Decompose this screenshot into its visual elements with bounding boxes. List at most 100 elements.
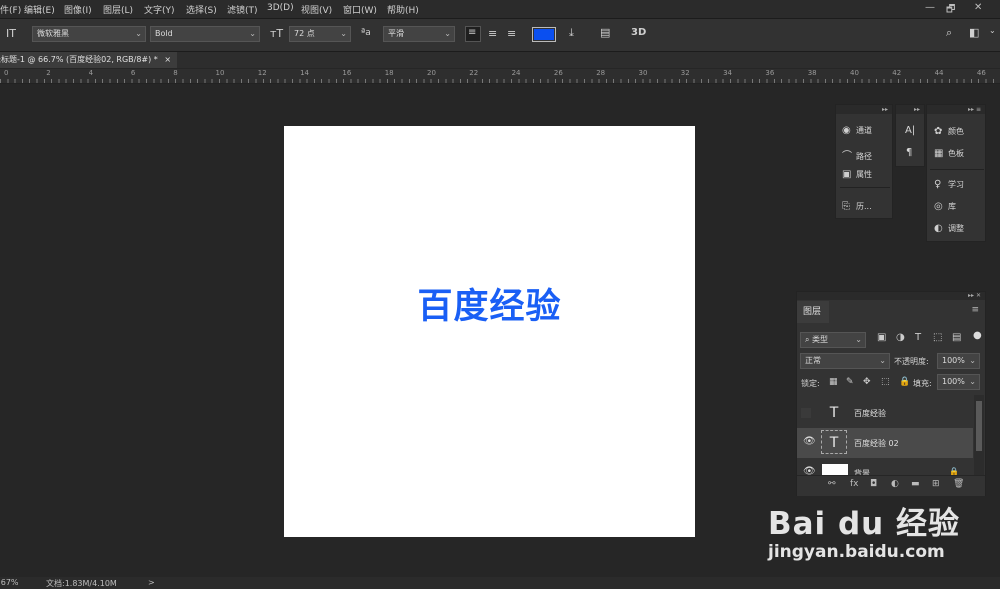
paths-icon: ⌒ (842, 151, 852, 162)
type-tool-icon[interactable]: IT (6, 27, 16, 40)
layer-row-selected[interactable]: 👁 T 百度经验 02 (797, 428, 973, 458)
lock-artboard-icon[interactable]: ⬚ (881, 377, 890, 387)
fx-icon[interactable]: fx (850, 479, 859, 489)
lock-all-icon[interactable]: 🔒 (899, 377, 910, 387)
link-icon[interactable]: ⚯ (828, 479, 836, 489)
eye-icon[interactable]: 👁 (803, 436, 816, 447)
layer-name[interactable]: 背景 (854, 468, 870, 475)
workspace-chevron-icon[interactable]: ⌄ (989, 26, 996, 35)
paths-panel-button[interactable]: ⌒ 路径 (842, 147, 872, 162)
layers-collapse-icon[interactable]: ▸▸ ✕ (797, 292, 985, 300)
ruler-number: 44 (934, 69, 944, 77)
layers-menu-icon[interactable]: ≡ (971, 305, 979, 315)
layers-tab[interactable]: 图层 (797, 301, 829, 323)
group-folder-icon[interactable]: ▬ (911, 479, 920, 489)
zoom-level[interactable]: 66.67% (0, 578, 19, 587)
collapse-icon[interactable]: ▸▸ (836, 105, 892, 114)
filter-toggle-icon[interactable]: ● (973, 330, 982, 341)
3d-button[interactable]: 3D (631, 27, 646, 38)
character-panel-icon[interactable]: ▤ (600, 26, 610, 39)
filter-pixel-icon[interactable]: ▣ (877, 332, 886, 343)
search-icon[interactable]: ⌕ (946, 26, 952, 40)
character-button[interactable]: A| (905, 125, 915, 136)
mask-icon[interactable]: ◘ (870, 479, 877, 489)
new-layer-icon[interactable]: ⊞ (932, 479, 940, 489)
ruler-number: 34 (723, 69, 733, 77)
layer-row[interactable]: 👁 背景 🔒 (797, 458, 973, 475)
menu-view[interactable]: 视图(V) (301, 3, 332, 16)
layer-name[interactable]: 百度经验 02 (854, 438, 899, 449)
fill-input[interactable]: 100% ⌄ (937, 374, 980, 390)
search-icon: ⌕ (805, 335, 813, 344)
menu-help[interactable]: 帮助(H) (387, 3, 419, 16)
panel-divider (840, 187, 890, 188)
collapse-icon[interactable]: ▸▸ (896, 105, 924, 114)
status-arrow-icon[interactable]: > (148, 578, 155, 587)
menu-edit[interactable]: 编辑(E) (24, 3, 55, 16)
swatches-label: 色板 (948, 149, 964, 158)
align-left-button[interactable]: ≡ (465, 26, 481, 42)
filter-type-icon[interactable]: T (915, 332, 921, 343)
swatches-panel-button[interactable]: ▦ 色板 (934, 148, 964, 159)
learn-panel-button[interactable]: ♀ 学习 (934, 179, 964, 190)
opacity-input[interactable]: 100% ⌄ (937, 353, 980, 369)
document-tab[interactable]: 未标题-1 @ 66.7% (百度经验02, RGB/8#) * × (0, 52, 178, 68)
layers-scrollbar[interactable] (974, 395, 984, 475)
ruler-number: 28 (596, 69, 606, 77)
workspace-icon[interactable]: ◧ (969, 26, 979, 39)
layer-name[interactable]: 百度经验 (854, 408, 886, 419)
adjustments-panel-button[interactable]: ◐ 调整 (934, 223, 964, 234)
font-size-select[interactable]: 72 点 ⌄ (289, 26, 351, 42)
menu-window[interactable]: 窗口(W) (343, 3, 377, 16)
color-panel-button[interactable]: ✿ 颜色 (934, 126, 964, 137)
font-family-select[interactable]: 微软雅黑 ⌄ (32, 26, 146, 42)
ruler-number: 8 (173, 69, 178, 77)
antialias-value: 平滑 (388, 29, 404, 38)
adjustment-layer-icon[interactable]: ◐ (891, 479, 899, 489)
lock-position-icon[interactable]: ✥ (863, 377, 871, 387)
warp-text-icon[interactable]: ⤓ (569, 26, 574, 40)
scrollbar-thumb[interactable] (976, 401, 982, 451)
layer-row[interactable]: T 百度经验 (797, 398, 973, 428)
menu-select[interactable]: 选择(S) (186, 3, 217, 16)
channels-panel-button[interactable]: ◉ 通道 (842, 125, 872, 136)
antialias-select[interactable]: 平滑 ⌄ (383, 26, 455, 42)
visibility-toggle-empty[interactable] (801, 408, 811, 418)
paragraph-button[interactable]: ¶ (906, 147, 912, 158)
lock-transparent-icon[interactable]: ▦ (829, 377, 838, 387)
panel-menu-icon[interactable]: ▸▸ ≡ (927, 105, 985, 114)
menu-filter[interactable]: 滤镜(T) (227, 3, 258, 16)
align-right-icon[interactable]: ≡ (507, 27, 516, 40)
blend-mode-select[interactable]: 正常 ⌄ (800, 353, 890, 369)
text-color-swatch[interactable] (532, 27, 556, 42)
menu-3d[interactable]: 3D(D) (267, 3, 294, 13)
libraries-panel-button[interactable]: ◎ 库 (934, 201, 956, 212)
properties-panel-button[interactable]: ▣ 属性 (842, 169, 872, 180)
document-canvas[interactable]: 百度经验 (284, 126, 695, 537)
layer-filter-select[interactable]: ⌕ 类型 ⌄ (800, 332, 866, 348)
align-left-icon: ≡ (468, 27, 477, 38)
ruler-number: 32 (680, 69, 690, 77)
canvas-text-layer[interactable]: 百度经验 (284, 278, 695, 329)
menu-image[interactable]: 图像(I) (64, 3, 92, 16)
menu-file[interactable]: 文件(F) (0, 3, 21, 16)
filter-adjustment-icon[interactable]: ◑ (896, 332, 905, 343)
filter-shape-icon[interactable]: ⬚ (933, 332, 942, 343)
eye-icon[interactable]: 👁 (803, 466, 816, 475)
ruler-number: 36 (765, 69, 775, 77)
font-style-select[interactable]: Bold ⌄ (150, 26, 260, 42)
restore-button[interactable]: 🗗 (946, 2, 955, 19)
trash-icon[interactable]: 🗑 (953, 479, 964, 489)
background-thumbnail (822, 464, 848, 475)
menu-layer[interactable]: 图层(L) (103, 3, 133, 16)
lock-image-icon[interactable]: ✎ (846, 377, 854, 387)
font-size-value: 72 点 (294, 29, 315, 38)
tab-close-icon[interactable]: × (164, 55, 171, 64)
libraries-icon: ◎ (934, 201, 943, 212)
menu-type[interactable]: 文字(Y) (144, 3, 175, 16)
minimize-button[interactable]: — (925, 2, 935, 13)
align-center-icon[interactable]: ≡ (488, 27, 497, 40)
filter-smartobject-icon[interactable]: ▤ (952, 332, 961, 343)
history-panel-button[interactable]: ⎘ 历... (842, 201, 872, 212)
close-button[interactable]: ✕ (974, 2, 982, 13)
